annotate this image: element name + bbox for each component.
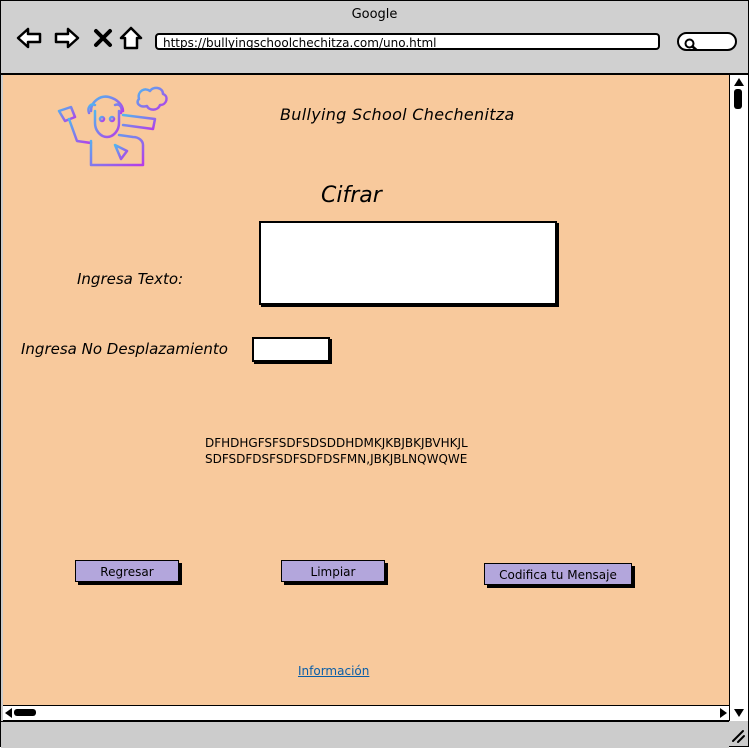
horizontal-scroll-thumb[interactable] — [14, 709, 36, 716]
scroll-down-icon[interactable] — [734, 709, 744, 717]
shift-input-label: Ingresa No Desplazamiento — [21, 340, 228, 358]
cipher-output-line: SDFSDFDSFSDFSDFDSFMN,JBKJBLNQWQWE — [205, 452, 468, 466]
address-bar[interactable]: https://bullyingschoolchechitza.com/uno.… — [155, 33, 660, 50]
search-icon — [684, 36, 698, 55]
status-bar — [1, 721, 729, 748]
close-icon[interactable] — [89, 25, 117, 51]
back-button[interactable]: Regresar — [75, 560, 179, 582]
resize-grip-icon[interactable] — [729, 721, 747, 745]
vertical-scrollbar[interactable] — [729, 75, 748, 721]
forward-arrow-icon[interactable] — [53, 25, 81, 51]
home-icon[interactable] — [117, 25, 145, 51]
search-box[interactable] — [677, 32, 737, 52]
browser-titlebar: Google https://bullyingschoolchechitza.c… — [1, 1, 748, 75]
text-input-area[interactable] — [259, 221, 557, 305]
horizontal-scrollbar[interactable] — [3, 705, 729, 721]
page-content: Bullying School Chechenitza Cifrar Ingre… — [3, 75, 729, 705]
student-thinking-logo — [55, 85, 171, 169]
scroll-right-icon[interactable] — [720, 708, 727, 718]
page-heading: Cifrar — [321, 183, 382, 208]
site-title: Bullying School Chechenitza — [280, 105, 515, 124]
text-input-label: Ingresa Texto: — [77, 270, 184, 288]
info-link[interactable]: Información — [298, 664, 369, 678]
scroll-up-icon[interactable] — [734, 78, 744, 86]
back-arrow-icon[interactable] — [15, 25, 43, 51]
browser-window: Google https://bullyingschoolchechitza.c… — [0, 0, 749, 748]
scroll-left-icon[interactable] — [5, 708, 12, 718]
cipher-output-line: DFHDHGFSFSDFSDSDDHDMKJKBJBKJBVHKJL — [205, 436, 468, 450]
shift-input[interactable] — [252, 337, 330, 362]
cipher-output: DFHDHGFSFSDFSDSDDHDMKJKBJBKJBVHKJL SDFSD… — [205, 435, 468, 467]
window-title: Google — [351, 7, 398, 22]
clear-button[interactable]: Limpiar — [281, 560, 385, 582]
vertical-scroll-thumb[interactable] — [734, 89, 742, 109]
url-text: https://bullyingschoolchechitza.com/uno.… — [163, 36, 437, 50]
encode-message-button[interactable]: Codifica tu Mensaje — [484, 563, 632, 585]
